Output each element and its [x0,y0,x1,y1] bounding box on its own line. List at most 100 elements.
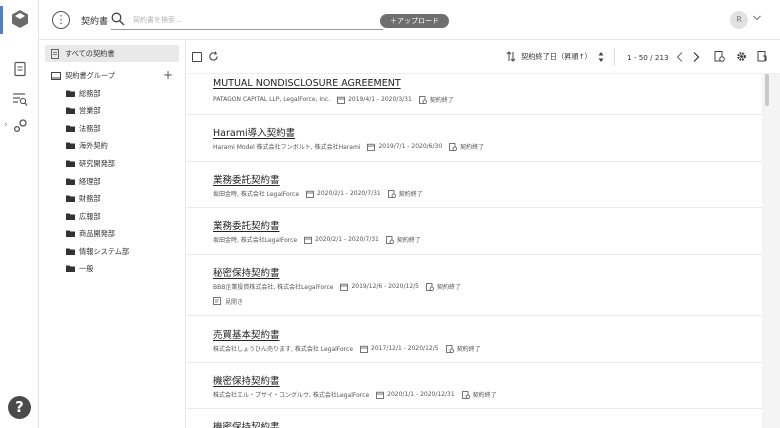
active-indicator [0,6,3,34]
contract-note[interactable]: 見開き [213,297,762,306]
contract-parties: 坂田金時, 株式会社LegalForce [213,237,298,244]
folder-group-header[interactable]: 契約書グループ [51,70,115,82]
list-item[interactable]: MUTUAL NONDISCLOSURE AGREEMENT PATAGON C… [187,74,762,115]
contract-meta: 坂田金時, 株式会社LegalForce 2020/2/1 - 2020/7/3… [213,235,762,244]
contract-list: MUTUAL NONDISCLOSURE AGREEMENT PATAGON C… [187,74,762,428]
search-input[interactable] [133,13,373,27]
contract-title[interactable]: 秘密保持契約書 [213,265,762,279]
calendar-icon [304,236,313,244]
scrollbar-thumb[interactable] [765,74,769,106]
list-item[interactable]: Harami導入契約書 Harami Model 株式会社フンボルト, 株式会社… [187,115,762,162]
status-document-icon [449,142,458,151]
top-bar: ⋮ 契約書 ＋アップロード R [39,0,780,40]
folder-label: 情報システム部 [79,247,130,256]
upload-button[interactable]: ＋アップロード [380,14,449,28]
select-all-checkbox[interactable] [192,52,202,62]
folder-item[interactable]: 情報システム部 [66,247,129,257]
refresh-icon[interactable] [208,51,219,62]
download-document-icon[interactable] [757,51,768,62]
list-item[interactable]: 業務委託契約書 坂田金時, 株式会社LegalForce 2020/2/1 - … [187,208,762,255]
chevron-right-icon[interactable] [691,51,701,63]
contract-period: 2020/2/1 - 2020/7/31 [317,190,381,197]
settings-gears-icon[interactable] [12,118,28,134]
app-logo-icon[interactable] [12,10,28,28]
contract-period: 2019/7/1 - 2020/6/30 [378,143,443,150]
contract-parties: 株式会社しょうひん売ります, 株式会社 LegalForce [213,346,354,353]
folder-icon [66,265,75,272]
folder-item[interactable]: 営業部 [66,106,101,116]
list-item[interactable]: 機密保持契約書 [187,409,762,428]
contract-document-icon[interactable] [12,61,28,77]
contract-title[interactable]: Harami導入契約書 [213,125,762,139]
sort-select[interactable]: 契約終了日（昇順↑） [521,52,592,62]
add-folder-icon[interactable]: + [163,68,173,82]
calendar-icon [306,190,314,198]
list-item[interactable]: 秘密保持契約書 BBB企業投資株式会社, 株式会社LegalForce 2019… [187,255,762,316]
calendar-icon [367,143,376,151]
contract-parties: Harami Model 株式会社フンボルト, 株式会社Harami [213,144,361,151]
sort-icon[interactable] [506,51,516,62]
search-icon[interactable] [111,12,125,26]
contract-parties: 株式会社エル・プサイ・コングルウ, 株式会社LegalForce [213,392,370,399]
folder-item[interactable]: 海外契約 [66,141,108,151]
folder-label: 研究開発部 [79,159,115,168]
folder-label: 広報部 [79,212,101,221]
contract-period: 2019/4/1 - 2020/3/31 [348,96,412,103]
page-title: 契約書 [81,17,109,27]
folder-group-icon [51,72,61,80]
contract-title[interactable]: 売買基本契約書 [213,327,762,341]
list-scrollbar[interactable] [762,74,780,428]
folder-label: 営業部 [79,106,101,115]
folder-item[interactable]: 商品開発部 [66,229,115,239]
folder-label: 海外契約 [79,141,108,150]
contract-parties: PATAGON CAPITAL LLP, LegalForce, Inc. [213,96,331,103]
folder-panel: すべての契約書 契約書グループ + 総務部 営業部 法務部 海外契約 研究開発部… [39,40,186,428]
folder-item[interactable]: 財務部 [66,194,101,204]
contract-meta: BBB企業投資株式会社, 株式会社LegalForce 2019/12/6 - … [213,282,762,291]
contract-title[interactable]: 業務委託契約書 [213,218,762,232]
select-arrows-icon[interactable] [598,51,604,63]
gear-icon[interactable] [736,51,747,62]
status-badge: 契約終了 [396,237,421,244]
contract-title[interactable]: MUTUAL NONDISCLOSURE AGREEMENT [213,78,762,92]
folder-label: 総務部 [79,89,101,98]
folder-item[interactable]: 研究開発部 [66,159,115,169]
help-icon[interactable]: ? [8,396,31,419]
contract-meta: 坂田金時, 株式会社 LegalForce 2020/2/1 - 2020/7/… [213,189,762,198]
expand-caret-icon[interactable]: › [4,120,8,130]
folder-icon [66,213,75,220]
avatar[interactable]: R [730,11,748,29]
contract-period: 2020/2/1 - 2020/7/31 [315,236,379,243]
more-options-icon[interactable]: ⋮ [52,11,70,29]
list-search-icon[interactable] [12,91,28,107]
chevron-left-icon[interactable] [675,51,685,63]
contract-title[interactable]: 機密保持契約書 [213,419,762,428]
calendar-icon [376,391,385,399]
list-item[interactable]: 業務委託契約書 坂田金時, 株式会社 LegalForce 2020/2/1 -… [187,162,762,208]
export-document-icon[interactable] [714,51,725,62]
folder-icon [66,90,75,97]
folder-item[interactable]: 広報部 [66,212,101,222]
contract-title[interactable]: 業務委託契約書 [213,172,762,186]
folder-all-contracts[interactable]: すべての契約書 [45,45,179,62]
folder-icon [66,142,75,149]
contract-meta: 株式会社エル・プサイ・コングルウ, 株式会社LegalForce 2020/1/… [213,390,762,399]
contract-title[interactable]: 機密保持契約書 [213,373,762,387]
folder-label: 一般 [79,264,94,273]
folder-item[interactable]: 法務部 [66,124,101,134]
folder-icon [66,125,75,132]
chevron-down-icon[interactable] [752,13,762,23]
folder-item[interactable]: 経理部 [66,177,101,187]
contract-parties: 坂田金時, 株式会社 LegalForce [213,191,300,198]
folder-icon [66,160,75,167]
contract-period: 2020/1/1 - 2020/12/31 [387,391,455,398]
list-item[interactable]: 機密保持契約書 株式会社エル・プサイ・コングルウ, 株式会社LegalForce… [187,363,762,409]
list-item[interactable]: 売買基本契約書 株式会社しょうひん売ります, 株式会社 LegalForce 2… [187,316,762,363]
toolbar-divider [614,48,615,66]
folder-item[interactable]: 総務部 [66,89,101,99]
status-badge: 契約終了 [460,144,485,151]
folder-group-label: 契約書グループ [65,71,115,80]
folder-icon [66,178,75,185]
folder-icon [66,107,75,114]
folder-item[interactable]: 一般 [66,264,93,274]
